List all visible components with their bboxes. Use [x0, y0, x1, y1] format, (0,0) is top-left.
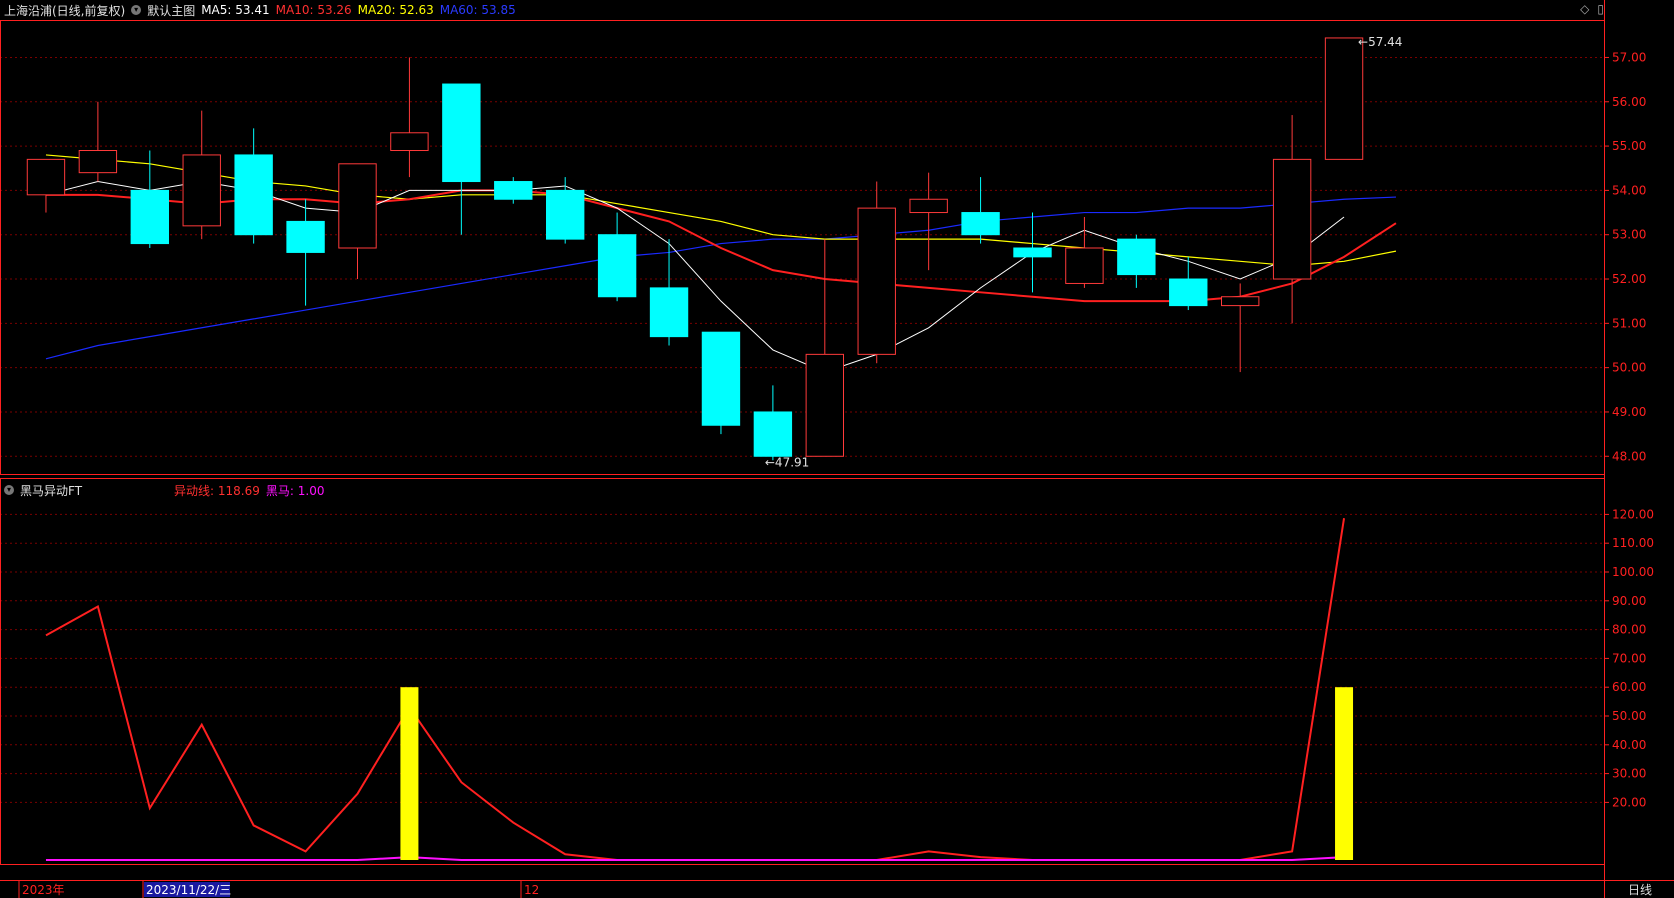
y-tick-label: 100.00	[1612, 565, 1654, 579]
heima-line	[45, 856, 1345, 861]
candle	[1272, 158, 1312, 280]
candle	[857, 207, 896, 355]
y-tick-label: 80.00	[1612, 623, 1646, 637]
x-label-selected-date: 2023/11/22/三	[146, 883, 231, 897]
diamond-icon[interactable]: ◇	[1580, 2, 1589, 16]
stock-title: 上海沿浦(日线,前复权)	[4, 3, 126, 18]
ma20-value: MA20: 52.63	[357, 3, 434, 17]
indicator-name[interactable]: 黑马异动FT	[20, 482, 82, 499]
candle	[597, 234, 637, 298]
candle	[546, 189, 585, 240]
y-tick-label: 52.00	[1612, 272, 1646, 286]
y-tick-label: 57.00	[1612, 50, 1646, 64]
y-tick-label: 90.00	[1612, 594, 1646, 608]
window-controls: ◇ ▯	[1580, 2, 1604, 16]
heima-bar	[1335, 687, 1354, 860]
main-frame	[0, 20, 1605, 475]
x-axis-labels: 2023年 2023/11/22/三 12	[18, 881, 539, 898]
candle	[1324, 37, 1364, 160]
candle	[1013, 247, 1052, 258]
restore-icon[interactable]: ▯	[1597, 2, 1604, 16]
y-tick-label: 53.00	[1612, 228, 1646, 242]
x-label-month: 12	[524, 883, 539, 897]
candle	[286, 220, 325, 253]
ma5-value: MA5: 53.41	[201, 3, 270, 17]
x-label-year: 2023年	[22, 883, 65, 897]
chart-canvas[interactable]: ←57.44 ←47.91 57.00 56.00 55.00 54.00 53.00 52…	[0, 0, 1674, 898]
candle	[26, 158, 66, 196]
candle	[961, 212, 1000, 236]
price-annotation: ←47.91	[765, 455, 809, 469]
ma10-value: MA10: 53.26	[275, 3, 352, 17]
heima-value: 黑马: 1.00	[265, 483, 325, 498]
main-chart-label[interactable]: 默认主图	[147, 2, 195, 19]
sub-grid	[0, 513, 1609, 803]
candle	[1169, 278, 1208, 307]
period-button[interactable]: 日线	[1606, 882, 1674, 898]
y-tick-label: 50.00	[1612, 361, 1646, 375]
candle	[649, 287, 689, 338]
y-tick-label: 51.00	[1612, 316, 1646, 330]
chevron-down-icon[interactable]: ▾	[131, 5, 142, 15]
y-tick-label: 110.00	[1612, 536, 1654, 550]
y-tick-label: 49.00	[1612, 405, 1646, 419]
candle	[753, 411, 793, 457]
signal-line	[45, 518, 1346, 861]
candle	[338, 163, 377, 249]
main-chart-header: 上海沿浦(日线,前复权) ▾ 默认主图 MA5: 53.41 MA10: 53.…	[4, 2, 516, 18]
candle	[390, 132, 429, 152]
candle	[234, 154, 273, 236]
signal-line-value: 异动线: 118.69	[174, 483, 260, 498]
indicator-header: ▾ 黑马异动FT 异动线: 118.69 黑马: 1.00	[4, 482, 324, 498]
candle	[130, 189, 170, 245]
candle	[442, 83, 481, 183]
y-tick-label: 30.00	[1612, 767, 1646, 781]
sub-frame	[0, 478, 1605, 865]
ma60-value: MA60: 53.85	[439, 3, 516, 17]
y-tick-label: 40.00	[1612, 738, 1646, 752]
y-tick-label: 56.00	[1612, 95, 1646, 109]
candle	[78, 150, 118, 174]
candle	[701, 331, 741, 426]
candle	[182, 154, 221, 227]
y-tick-labels: 57.00 56.00 55.00 54.00 53.00 52.00 51.00 50.00…	[1612, 50, 1654, 809]
candle	[1065, 247, 1104, 284]
heima-bar	[400, 687, 419, 860]
candle	[1221, 296, 1260, 307]
y-tick-label: 55.00	[1612, 139, 1646, 153]
candle	[909, 198, 948, 214]
y-tick-label: 48.00	[1612, 449, 1646, 463]
y-tick-label: 60.00	[1612, 680, 1646, 694]
y-tick-label: 120.00	[1612, 507, 1654, 521]
price-annotation: ←57.44	[1358, 35, 1402, 49]
y-tick-label: 70.00	[1612, 651, 1646, 665]
candle	[805, 353, 844, 457]
y-tick-label: 50.00	[1612, 709, 1646, 723]
chevron-down-icon[interactable]: ▾	[4, 485, 14, 495]
candle	[1117, 238, 1156, 276]
y-tick-label: 54.00	[1612, 183, 1646, 197]
candle	[494, 181, 533, 200]
indicator-lines	[45, 518, 1346, 861]
y-tick-label: 20.00	[1612, 795, 1646, 809]
